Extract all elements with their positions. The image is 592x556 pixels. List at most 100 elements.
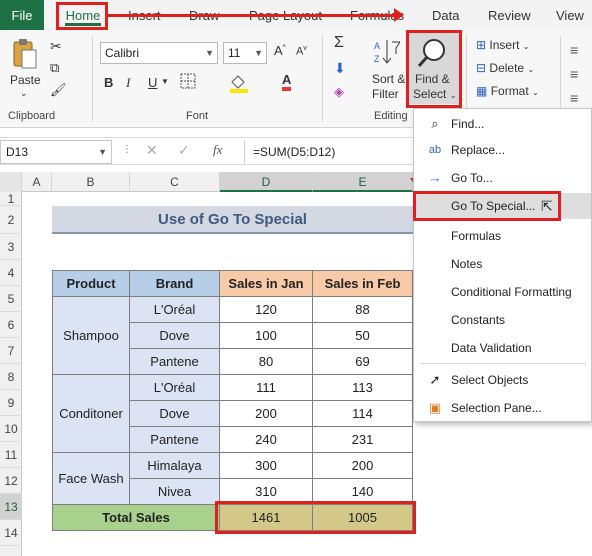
row-header-5[interactable]: 5 [0,286,22,312]
format-cells-button[interactable]: ▦ Format ⌄ [476,84,539,98]
clear-icon[interactable]: ◈ [334,84,344,100]
feb-cell[interactable]: 200 [312,452,413,479]
row-header-6[interactable]: 6 [0,312,22,338]
fill-down-icon[interactable]: ⬇ [334,60,346,77]
column-header-a[interactable]: A [22,172,52,192]
align-icon[interactable]: ≡ [570,90,578,106]
tab-home[interactable]: Home [58,0,108,30]
product-cell-shampoo[interactable]: Shampoo [52,296,130,375]
tab-review[interactable]: Review [488,0,531,30]
row-header-8[interactable]: 8 [0,364,22,390]
jan-cell[interactable]: 240 [219,426,313,453]
name-box[interactable]: D13 ▼ [0,140,112,164]
chevron-down-icon[interactable]: ⌄ [20,88,28,99]
column-header-e[interactable]: E [313,172,413,192]
align-icon[interactable]: ≡ [570,66,578,82]
row-header-3[interactable]: 3 [0,234,22,260]
menu-item-go-to[interactable]: → Go To... [414,165,591,191]
row-header-12[interactable]: 12 [0,468,22,494]
chevron-down-icon[interactable]: ▼ [161,77,169,86]
sort-filter-icon[interactable]: AZ [374,38,401,69]
enter-button[interactable]: ✓ [178,142,190,159]
jan-cell[interactable]: 100 [219,322,313,349]
row-header-7[interactable]: 7 [0,338,22,364]
brand-cell[interactable]: Pantene [129,348,220,375]
column-header-b[interactable]: B [52,172,130,192]
brand-cell[interactable]: Himalaya [129,452,220,479]
feb-cell[interactable]: 69 [312,348,413,375]
menu-item-data-validation[interactable]: Data Validation [414,335,591,361]
menu-item-conditional-formatting[interactable]: Conditional Formatting [414,279,591,305]
menu-item-constants[interactable]: Constants [414,307,591,333]
sort-filter-label-1[interactable]: Sort & [372,72,405,86]
fill-color-icon[interactable] [228,73,250,96]
copy-icon[interactable]: ⧉ [50,60,59,76]
feb-cell[interactable]: 113 [312,374,413,401]
cut-icon[interactable]: ✂ [50,38,62,55]
find-select-button[interactable]: Find & Select ⌄ [408,32,460,104]
tab-view[interactable]: View [556,0,584,30]
menu-item-find[interactable]: ⌕ Find... [414,111,591,137]
jan-cell[interactable]: 80 [219,348,313,375]
shrink-font-icon[interactable]: Av [296,45,307,58]
sort-filter-label-2[interactable]: Filter [372,87,399,101]
row-header-13[interactable]: 13 [0,494,22,520]
font-name-combo[interactable]: Calibri ▼ [100,42,218,64]
header-product[interactable]: Product [52,270,130,297]
jan-cell[interactable]: 310 [219,478,313,505]
font-color-icon[interactable]: A [282,72,292,91]
select-all-corner[interactable] [0,172,22,192]
total-feb-cell[interactable]: 1005 [312,504,413,531]
formula-input[interactable]: =SUM(D5:D12) [253,141,335,163]
brand-cell[interactable]: L'Oréal [129,374,220,401]
product-cell-face-wash[interactable]: Face Wash [52,452,130,505]
header-sales-feb[interactable]: Sales in Feb [312,270,413,297]
italic-button[interactable]: I [126,75,130,91]
feb-cell[interactable]: 50 [312,322,413,349]
font-size-combo[interactable]: 11 ▼ [223,42,267,64]
feb-cell[interactable]: 140 [312,478,413,505]
sheet-title[interactable]: Use of Go To Special [52,206,413,234]
paste-button[interactable] [10,38,40,72]
header-sales-jan[interactable]: Sales in Jan [219,270,313,297]
tab-data[interactable]: Data [432,0,459,30]
brand-cell[interactable]: Nivea [129,478,220,505]
feb-cell[interactable]: 88 [312,296,413,323]
row-header-9[interactable]: 9 [0,390,22,416]
jan-cell[interactable]: 300 [219,452,313,479]
grow-font-icon[interactable]: A^ [274,43,286,58]
menu-item-select-objects[interactable]: ➚ Select Objects [414,367,591,393]
column-header-d[interactable]: D [220,172,313,192]
align-icon[interactable]: ≡ [570,42,578,58]
row-header-11[interactable]: 11 [0,442,22,468]
menu-item-selection-pane[interactable]: ▣ Selection Pane... [414,395,591,421]
borders-icon[interactable] [180,73,196,92]
brand-cell[interactable]: Dove [129,322,220,349]
row-header-1[interactable]: 1 [0,192,22,206]
product-cell-conditioner[interactable]: Conditoner [52,374,130,453]
menu-item-notes[interactable]: Notes [414,251,591,277]
tab-file[interactable]: File [0,0,44,30]
autosum-icon[interactable]: Σ [334,34,344,52]
insert-cells-button[interactable]: ⊞ Insert ⌄ [476,38,529,52]
bold-button[interactable]: B [104,75,113,90]
feb-cell[interactable]: 231 [312,426,413,453]
insert-function-button[interactable]: fx [213,142,222,158]
jan-cell[interactable]: 111 [219,374,313,401]
brand-cell[interactable]: L'Oréal [129,296,220,323]
feb-cell[interactable]: 114 [312,400,413,427]
cancel-button[interactable]: ✕ [146,142,158,159]
row-header-2[interactable]: 2 [0,206,22,234]
underline-button[interactable]: U [148,75,157,90]
row-header-14[interactable]: 14 [0,520,22,546]
column-header-c[interactable]: C [130,172,220,192]
format-painter-icon[interactable]: 🖌 [50,82,67,98]
jan-cell[interactable]: 200 [219,400,313,427]
paste-label[interactable]: Paste [10,73,41,87]
brand-cell[interactable]: Pantene [129,426,220,453]
menu-item-formulas[interactable]: Formulas [414,223,591,249]
menu-item-go-to-special[interactable]: Go To Special... ⇱ [414,193,591,219]
total-jan-cell[interactable]: 1461 [219,504,313,531]
row-header-4[interactable]: 4 [0,260,22,286]
menu-item-replace[interactable]: ab Replace... [414,137,591,163]
